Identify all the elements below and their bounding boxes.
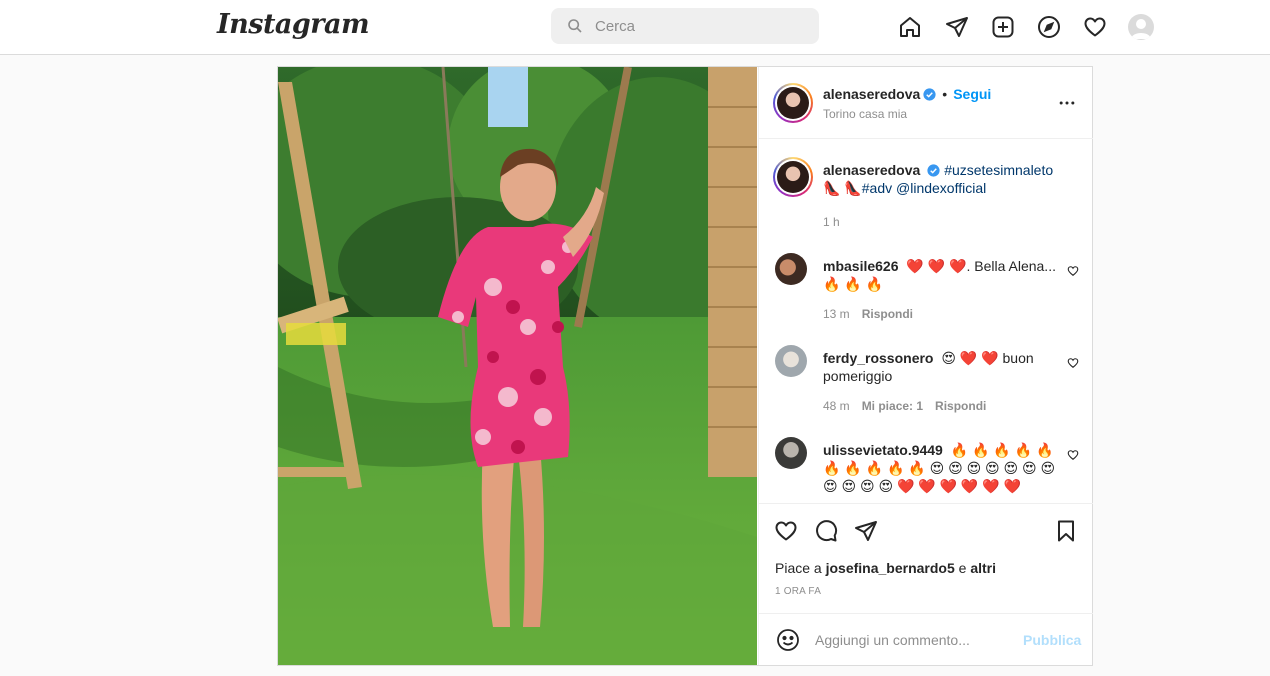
mention-link[interactable]: @lindexofficial: [896, 180, 986, 196]
caption-username[interactable]: alenaseredova: [823, 162, 920, 178]
likes-others-link[interactable]: altri: [970, 560, 996, 576]
likes-prefix: Piace a: [775, 560, 822, 576]
caption-emoji: 👠: [823, 180, 841, 196]
comment-meta: 13 m Rispondi: [823, 307, 925, 321]
caption-meta: 1 h: [823, 215, 852, 229]
author-avatar[interactable]: [773, 83, 813, 123]
save-bookmark-icon[interactable]: [1053, 518, 1079, 544]
post-card: alenaseredova • Segui Torino casa mia alen…: [277, 66, 1093, 666]
verified-badge-icon: [927, 164, 940, 177]
comment-text: ferdy_rossonero 😍 ❤️ ❤️ buon pomeriggio: [823, 349, 1059, 385]
commenter-avatar[interactable]: [775, 253, 807, 285]
add-comment-input[interactable]: [815, 631, 1015, 648]
activity-heart-icon[interactable]: [1082, 14, 1108, 40]
commenter-username[interactable]: ulissevietato.9449: [823, 442, 943, 458]
author-line: alenaseredova • Segui: [823, 86, 991, 104]
comment-time[interactable]: 13 m: [823, 307, 850, 321]
emoji-icon[interactable]: [775, 627, 801, 653]
post-location[interactable]: Torino casa mia: [823, 107, 907, 121]
caption-emoji: 👠: [844, 180, 862, 196]
top-navigation-bar: Instagram: [0, 0, 1270, 55]
comment-meta: 48 m Mi piace: 1 Rispondi: [823, 399, 998, 413]
search-icon: [568, 19, 582, 33]
hashtag-link[interactable]: #adv: [862, 180, 892, 196]
caption-text: alenaseredova #uzsetesimnaleto 👠 👠#adv @…: [823, 161, 1059, 197]
explore-icon[interactable]: [1036, 14, 1062, 40]
commenter-username[interactable]: ferdy_rossonero: [823, 350, 933, 366]
comment-icon[interactable]: [813, 518, 839, 544]
comment-like-icon[interactable]: [1067, 357, 1079, 369]
post-sidebar: alenaseredova • Segui Torino casa mia alen…: [758, 67, 1093, 665]
comment-like-icon[interactable]: [1067, 265, 1079, 277]
reply-button[interactable]: Rispondi: [862, 307, 913, 321]
caption-time[interactable]: 1 h: [823, 215, 840, 229]
comment-item: ulissevietato.9449 🔥 🔥 🔥 🔥 🔥 🔥 🔥 🔥 🔥 🔥 😍…: [775, 437, 1085, 497]
new-post-icon[interactable]: [990, 14, 1016, 40]
search-input[interactable]: [595, 17, 795, 35]
separator-dot: •: [942, 86, 948, 102]
comment-item: mbasile626 ❤️ ❤️ ❤️. Bella Alena... 🔥 🔥 …: [775, 253, 1085, 325]
comment-text: mbasile626 ❤️ ❤️ ❤️. Bella Alena... 🔥 🔥 …: [823, 257, 1059, 293]
author-username[interactable]: alenaseredova: [823, 86, 920, 102]
default-user-icon: [1131, 19, 1151, 39]
post-timestamp[interactable]: 1 ORA FA: [775, 586, 821, 597]
caption-author-avatar[interactable]: [773, 157, 813, 197]
comment-item: ferdy_rossonero 😍 ❤️ ❤️ buon pomeriggio …: [775, 345, 1085, 417]
reply-button[interactable]: Rispondi: [935, 399, 986, 413]
post-header: alenaseredova • Segui Torino casa mia: [759, 67, 1093, 139]
comment-time[interactable]: 48 m: [823, 399, 850, 413]
publish-button[interactable]: Pubblica: [1023, 632, 1081, 648]
direct-message-icon[interactable]: [944, 14, 970, 40]
profile-avatar[interactable]: [1128, 14, 1154, 40]
commenter-avatar[interactable]: [775, 437, 807, 469]
add-comment-bar: Pubblica: [759, 613, 1093, 665]
instagram-logo[interactable]: Instagram: [217, 9, 370, 40]
share-icon[interactable]: [853, 518, 879, 544]
liked-by-user-link[interactable]: josefina_bernardo5: [826, 560, 955, 576]
home-icon[interactable]: [897, 14, 923, 40]
likes-summary: Piace a josefina_bernardo5 e altri: [775, 560, 996, 576]
verified-badge-icon: [923, 88, 936, 101]
follow-button[interactable]: Segui: [953, 86, 991, 102]
like-icon[interactable]: [773, 518, 799, 544]
commenter-username[interactable]: mbasile626: [823, 258, 899, 274]
comment-like-icon[interactable]: [1067, 449, 1079, 461]
likes-and: e: [958, 560, 967, 576]
comments-section: alenaseredova #uzsetesimnaleto 👠 👠#adv @…: [759, 139, 1093, 503]
commenter-avatar[interactable]: [775, 345, 807, 377]
comment-likes-count[interactable]: Mi piace: 1: [862, 399, 923, 413]
post-caption: alenaseredova #uzsetesimnaleto 👠 👠#adv @…: [773, 157, 1085, 229]
hashtag-link[interactable]: #uzsetesimnaleto: [944, 162, 1053, 178]
post-actions: Piace a josefina_bernardo5 e altri 1 ORA…: [759, 503, 1093, 613]
post-image: [278, 67, 757, 665]
more-options-icon[interactable]: [1055, 91, 1079, 115]
comment-text: ulissevietato.9449 🔥 🔥 🔥 🔥 🔥 🔥 🔥 🔥 🔥 🔥 😍…: [823, 441, 1059, 495]
post-photo[interactable]: [278, 67, 757, 665]
search-box[interactable]: [551, 8, 819, 44]
